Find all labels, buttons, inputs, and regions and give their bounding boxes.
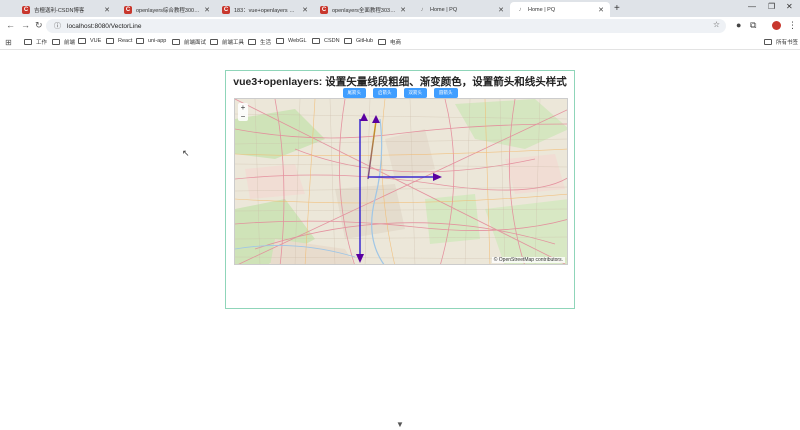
double-arrow-button[interactable]: 双箭头 <box>403 88 427 98</box>
folder-icon <box>344 38 352 44</box>
extension-icon[interactable]: ● <box>736 20 741 30</box>
address-bar[interactable]: ⓘ localhost:8080/VectorLine ☆ <box>46 19 726 33</box>
close-tab-icon[interactable]: ✕ <box>104 6 110 14</box>
mouse-cursor-icon: ↖ <box>182 148 190 158</box>
close-window-icon[interactable]: ✕ <box>786 2 793 11</box>
bookmarks-bar: ⊞ 工作 前端 VUE React uni-app 前端面试 前端工具 生活 W… <box>0 35 800 50</box>
pq-favicon-icon: ♪ <box>420 6 424 13</box>
bookmark-folder[interactable]: React <box>106 38 132 44</box>
browser-tab[interactable]: C openlayers全面教程303+【新… ✕ <box>314 2 412 17</box>
close-tab-icon[interactable]: ✕ <box>204 6 210 14</box>
pq-favicon-icon: ♪ <box>518 6 522 13</box>
close-tab-icon[interactable]: ✕ <box>400 6 406 14</box>
tab-title: openlayers全面教程303+【新… <box>332 7 396 14</box>
bookmark-folder[interactable]: 前端 <box>52 38 75 46</box>
all-bookmarks[interactable]: 所有书签 <box>764 38 798 46</box>
folder-icon <box>78 38 86 44</box>
bookmark-folder[interactable]: 前端工具 <box>210 38 244 46</box>
extensions-puzzle-icon[interactable]: ⧉ <box>750 20 756 31</box>
map-attribution: © OpenStreetMap contributors. <box>491 257 565 263</box>
close-tab-icon[interactable]: ✕ <box>302 6 308 14</box>
button-row: 尾箭头 启箭头 双箭头 圆箭头 <box>226 88 574 98</box>
folder-icon <box>378 39 386 45</box>
tab-strip: C 吉檀迦利-CSDN博客 ✕ C openlayers综合教程300+_还… … <box>0 0 800 17</box>
folder-icon <box>52 39 60 45</box>
tab-title: Home | PQ <box>528 6 556 13</box>
map-canvas[interactable]: + − © OpenStreetMap contributors. <box>234 98 568 265</box>
avatar[interactable] <box>772 21 781 32</box>
folder-icon <box>136 38 144 44</box>
url-text: localhost:8080/VectorLine <box>67 22 142 30</box>
bookmark-folder[interactable]: 生活 <box>248 38 271 46</box>
page-title: vue3+openlayers: 设置矢量线段粗细、渐变颜色，设置箭头和线头样式 <box>233 76 567 88</box>
csdn-favicon-icon: C <box>320 5 328 14</box>
reload-icon[interactable]: ↻ <box>35 20 43 31</box>
back-icon[interactable]: ← <box>6 20 15 30</box>
zoom-control: + − <box>238 103 248 121</box>
folder-icon <box>210 39 218 45</box>
start-arrow-button[interactable]: 启箭头 <box>373 88 397 98</box>
bookmark-folder[interactable]: uni-app <box>136 38 166 44</box>
bookmark-folder[interactable]: VUE <box>78 38 101 44</box>
forward-icon[interactable]: → <box>21 20 30 30</box>
new-tab-button[interactable]: + <box>614 3 620 14</box>
bookmark-folder[interactable]: WebGL <box>276 38 307 44</box>
apps-grid-icon[interactable]: ⊞ <box>5 38 12 47</box>
folder-icon <box>172 39 180 45</box>
folder-icon <box>106 38 114 44</box>
end-arrow-button[interactable]: 尾箭头 <box>342 88 366 98</box>
browser-tab[interactable]: C 吉檀迦利-CSDN博客 ✕ <box>16 2 116 17</box>
site-info-icon[interactable]: ⓘ <box>54 21 61 31</box>
bookmark-folder[interactable]: GitHub <box>344 38 373 44</box>
scroll-down-icon[interactable]: ▼ <box>396 420 404 429</box>
folder-icon <box>312 38 320 44</box>
csdn-favicon-icon: C <box>22 5 30 14</box>
browser-toolbar: ← → ↻ ⓘ localhost:8080/VectorLine ☆ ● ⧉ … <box>0 17 800 35</box>
folder-icon <box>24 39 32 45</box>
bookmark-folder[interactable]: 前端面试 <box>172 38 206 46</box>
demo-card: vue3+openlayers: 设置矢量线段粗细、渐变颜色，设置箭头和线头样式… <box>225 70 575 309</box>
folder-icon <box>764 39 772 45</box>
tab-title: openlayers综合教程300+_还… <box>136 7 201 14</box>
folder-icon <box>248 39 256 45</box>
tab-title: 183：vue+openlayers 设置线… <box>234 7 298 14</box>
close-tab-icon[interactable]: ✕ <box>498 6 504 14</box>
round-arrow-button[interactable]: 圆箭头 <box>434 88 458 98</box>
browser-tab-active[interactable]: ♪ Home | PQ ✕ <box>510 2 610 17</box>
close-tab-icon[interactable]: ✕ <box>598 6 604 14</box>
tab-title: 吉檀迦利-CSDN博客 <box>34 7 85 14</box>
browser-tab[interactable]: C openlayers综合教程300+_还… ✕ <box>118 2 216 17</box>
minimize-icon[interactable]: — <box>748 2 756 11</box>
bookmark-folder[interactable]: 工作 <box>24 38 47 46</box>
folder-icon <box>276 38 284 44</box>
browser-tab[interactable]: ♪ Home | PQ ✕ <box>412 2 510 17</box>
tab-title: Home | PQ <box>430 6 458 13</box>
browser-tab[interactable]: C 183：vue+openlayers 设置线… ✕ <box>216 2 314 17</box>
menu-icon[interactable]: ⋮ <box>788 20 797 31</box>
bookmark-star-icon[interactable]: ☆ <box>713 20 720 29</box>
bookmark-folder[interactable]: 电商 <box>378 38 401 46</box>
osm-basemap <box>235 99 567 264</box>
csdn-favicon-icon: C <box>222 5 230 14</box>
bookmark-folder[interactable]: CSDN <box>312 38 340 44</box>
zoom-in-button[interactable]: + <box>238 103 248 112</box>
csdn-favicon-icon: C <box>124 5 132 14</box>
zoom-out-button[interactable]: − <box>238 112 248 121</box>
maximize-icon[interactable]: ❐ <box>768 2 775 11</box>
